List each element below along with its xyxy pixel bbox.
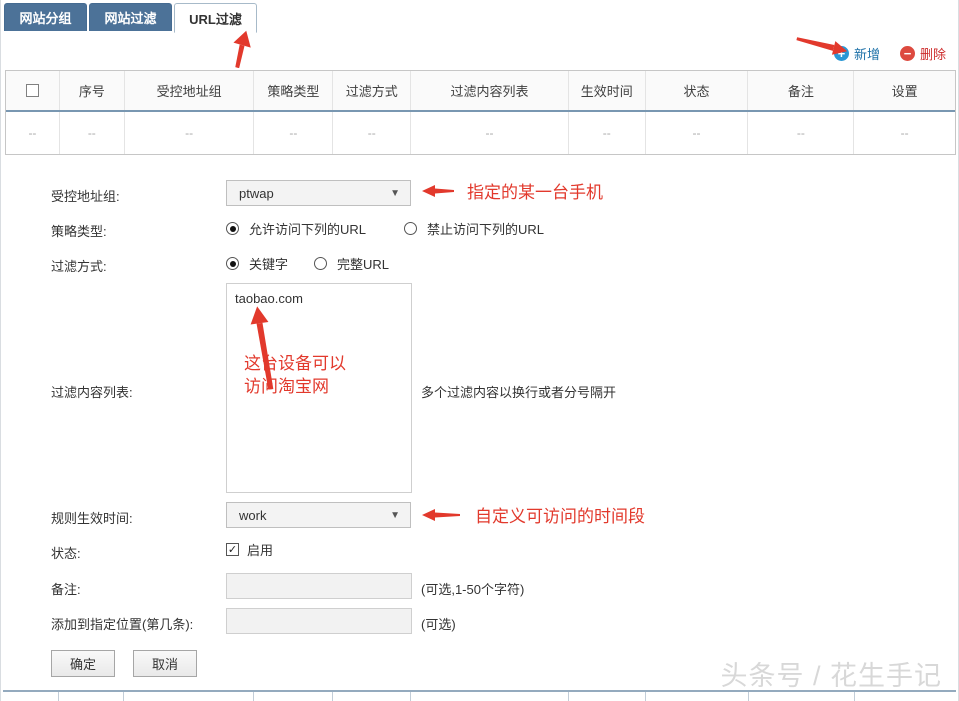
delete-button-label: 删除 [919,47,946,62]
radio-keyword-label: 关键字 [249,257,289,272]
tab-url-filter[interactable]: URL过滤 [174,3,257,33]
column-header-content-list: 过滤内容列表 [410,71,568,110]
bottom-tick [123,692,124,701]
column-header-address-group: 受控地址组 [123,71,254,110]
radio-allow-url-label: 允许访问下列的URL [249,222,367,237]
bottom-tick [58,692,59,701]
toolbar: + 新增 − 删除 [833,44,946,63]
select-all-checkbox[interactable] [25,84,39,97]
address-group-select[interactable]: ptwap ▼ [226,180,411,206]
radio-full-url-label: 完整URL [337,257,390,272]
bottom-tick [568,692,569,701]
address-group-select-value: ptwap [239,185,274,201]
column-header-filter-mode: 过滤方式 [332,71,410,110]
position-label: 添加到指定位置(第几条): [51,617,194,632]
status-row: ✓ 启用 [226,540,273,559]
column-header-status: 状态 [644,71,748,110]
row-cell: -- [410,112,568,154]
remark-input[interactable] [226,573,412,599]
url-filter-table: 序号 受控地址组 策略类型 过滤方式 过滤内容列表 生效时间 状态 备注 设置 … [5,70,956,155]
policy-type-label: 策略类型: [51,224,107,239]
effective-time-label: 规则生效时间: [51,511,133,526]
watermark: 头条号 / 花生手记 [720,661,942,691]
delete-button[interactable]: − 删除 [899,44,946,63]
bottom-divider [3,690,956,692]
add-button-label: 新增 [853,47,880,62]
filter-mode-label: 过滤方式: [51,259,107,274]
row-cell: -- [332,112,410,154]
tab-website-filter[interactable]: 网站过滤 [89,3,172,31]
bottom-tick [253,692,254,701]
column-header-index: 序号 [58,71,124,110]
annotation-address-group-note: 指定的某一台手机 [467,183,603,202]
chevron-down-icon: ▼ [390,509,400,521]
policy-type-options: 允许访问下列的URL 禁止访问下列的URL [226,219,544,238]
remark-label: 备注: [51,582,81,597]
row-cell: -- [567,112,645,154]
radio-deny-url[interactable] [404,222,418,235]
bottom-tick [645,692,646,701]
radio-keyword[interactable] [226,257,239,270]
ok-button[interactable]: 确定 [51,650,115,677]
content-hint: 多个过滤内容以换行或者分号隔开 [421,385,617,400]
annotation-arrow-tab-icon [233,30,251,68]
filter-content-value: taobao.com [235,291,303,306]
effective-time-select[interactable]: work ▼ [226,502,411,528]
chevron-down-icon: ▼ [390,187,400,199]
tab-website-group[interactable]: 网站分组 [4,3,87,31]
position-input[interactable] [226,608,412,634]
column-header-policy-type: 策略类型 [253,71,332,110]
row-cell: -- [853,112,955,154]
position-hint: (可选) [421,617,456,632]
bottom-tick [854,692,855,701]
effective-time-select-value: work [239,507,267,523]
row-cell: -- [644,112,748,154]
annotation-content-note-line1: 这台设备可以 [244,354,346,373]
column-header-effective-time: 生效时间 [567,71,645,110]
annotation-arrow-address-group-icon [422,185,454,197]
row-cell: -- [28,126,37,140]
url-filter-page: 网站分组 网站过滤 URL过滤 + 新增 − 删除 序号 受控地址组 策略类型 … [0,0,959,701]
radio-full-url[interactable] [314,257,328,270]
row-cell: -- [747,112,853,154]
address-group-label: 受控地址组: [51,189,120,204]
remark-hint: (可选,1-50个字符) [421,582,525,597]
annotation-arrow-add-icon [796,37,848,55]
filter-mode-options: 关键字 完整URL [226,254,389,273]
annotation-content-note: 这台设备可以 访问淘宝网 [244,352,346,398]
annotation-content-note-line2: 访问淘宝网 [244,377,329,396]
content-list-label: 过滤内容列表: [51,385,133,400]
column-header-remark: 备注 [747,71,853,110]
header-checkbox-cell [6,71,59,110]
tab-bar: 网站分组 网站过滤 URL过滤 [4,3,257,33]
enable-checkbox-label: 启用 [247,543,274,558]
annotation-arrow-time-icon [422,509,460,521]
cancel-button[interactable]: 取消 [133,650,197,677]
row-cell: -- [253,112,332,154]
minus-circle-icon: − [899,46,915,61]
column-header-settings: 设置 [853,71,955,110]
table-header-row: 序号 受控地址组 策略类型 过滤方式 过滤内容列表 生效时间 状态 备注 设置 [6,71,955,112]
enable-checkbox[interactable]: ✓ [226,543,239,556]
row-cell: -- [58,112,124,154]
row-cell: -- [123,112,254,154]
bottom-tick [332,692,333,701]
bottom-tick [410,692,411,701]
annotation-time-note: 自定义可访问的时间段 [475,507,645,526]
status-label: 状态: [51,546,81,561]
radio-allow-url[interactable] [226,222,239,235]
table-row: -- -- -- -- -- -- -- -- -- -- [6,112,955,154]
bottom-tick [748,692,749,701]
radio-deny-url-label: 禁止访问下列的URL [427,222,545,237]
